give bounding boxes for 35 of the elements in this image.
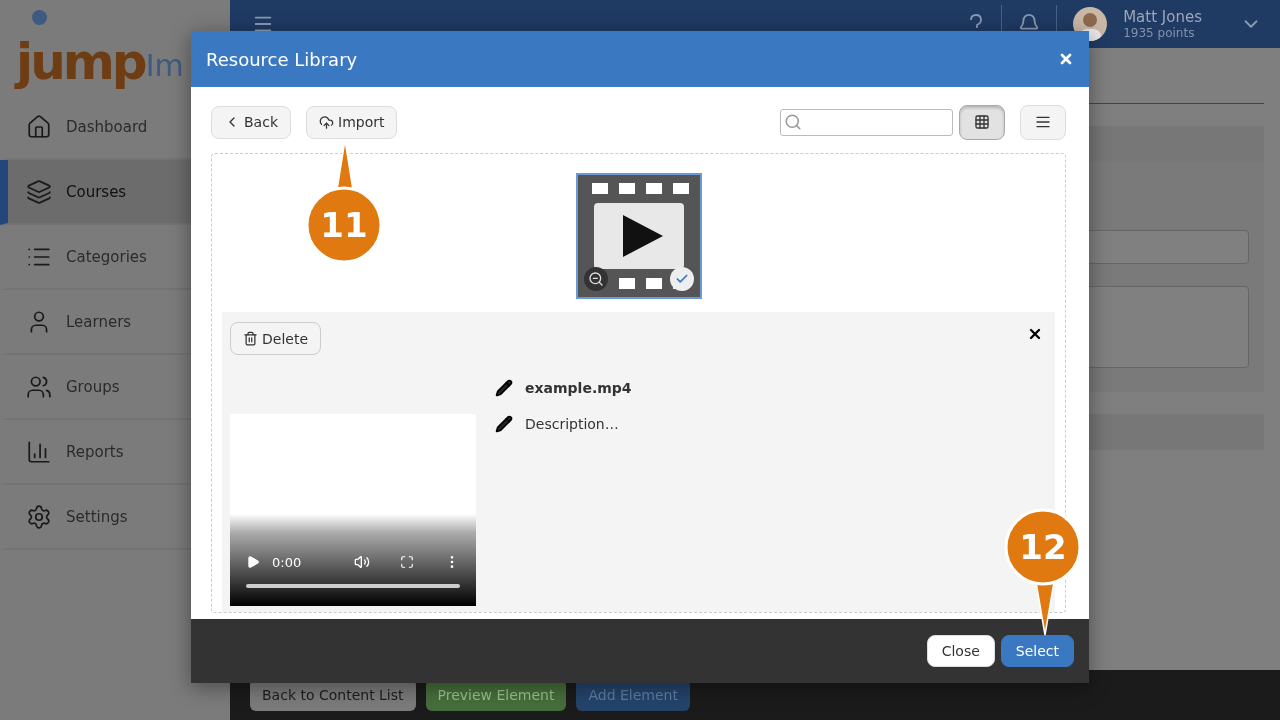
import-button[interactable]: Import — [306, 105, 398, 139]
search-icon — [784, 113, 802, 131]
callout-number: 12 — [1018, 530, 1068, 564]
delete-button[interactable]: Delete — [230, 322, 321, 355]
pencil-icon[interactable] — [495, 415, 513, 433]
video-time: 0:00 — [272, 554, 302, 570]
grid-view-button[interactable] — [959, 104, 1005, 140]
back-button[interactable]: Back — [211, 105, 291, 139]
user-name: Matt Jones — [1123, 8, 1202, 26]
nav-icon — [26, 503, 52, 530]
nav-icon — [26, 178, 52, 205]
list-icon — [1035, 114, 1051, 130]
logo-dot-icon — [32, 10, 47, 25]
select-button[interactable]: Select — [1000, 635, 1074, 667]
logo-text-suffix: Im — [145, 51, 184, 81]
nav-icon — [26, 373, 52, 400]
dialog-title: Resource Library — [206, 48, 358, 70]
cloud-upload-icon — [319, 114, 334, 130]
volume-icon[interactable] — [354, 554, 370, 570]
logo-text: jump — [16, 37, 145, 87]
grid-icon — [974, 114, 990, 130]
nav-icon — [26, 438, 52, 465]
progress-track[interactable] — [246, 584, 460, 588]
fullscreen-icon[interactable] — [400, 555, 414, 569]
user-points: 1935 points — [1123, 26, 1196, 40]
close-button[interactable]: Close — [926, 635, 995, 667]
play-icon[interactable] — [246, 555, 260, 569]
nav-icon — [26, 113, 52, 140]
file-name[interactable]: example.mp4 — [525, 380, 632, 396]
search-field[interactable] — [780, 108, 953, 136]
list-view-button[interactable] — [1020, 104, 1066, 140]
pencil-icon[interactable] — [495, 379, 513, 397]
description-text[interactable]: Description… — [525, 416, 619, 432]
callout-number: 11 — [319, 208, 369, 242]
trash-icon — [243, 331, 258, 346]
